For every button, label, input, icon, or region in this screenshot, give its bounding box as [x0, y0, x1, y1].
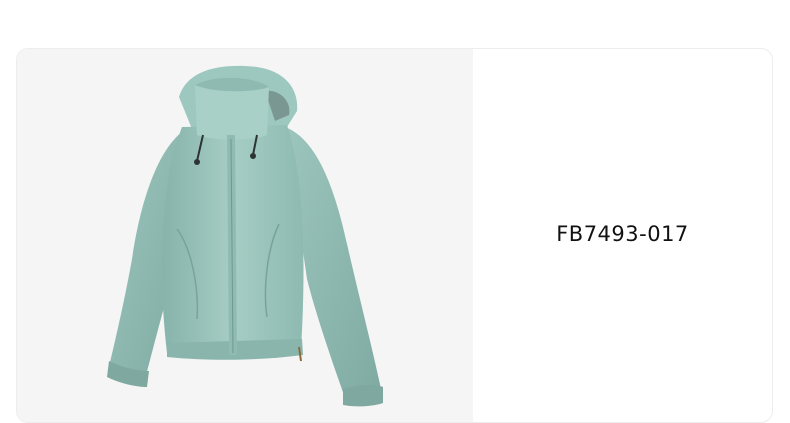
product-info-pane: FB7493-017 [473, 49, 772, 422]
product-sku: FB7493-017 [556, 222, 689, 246]
product-card[interactable]: FB7493-017 [16, 48, 773, 423]
product-image-pane[interactable] [17, 49, 473, 422]
jacket-image [107, 65, 383, 407]
